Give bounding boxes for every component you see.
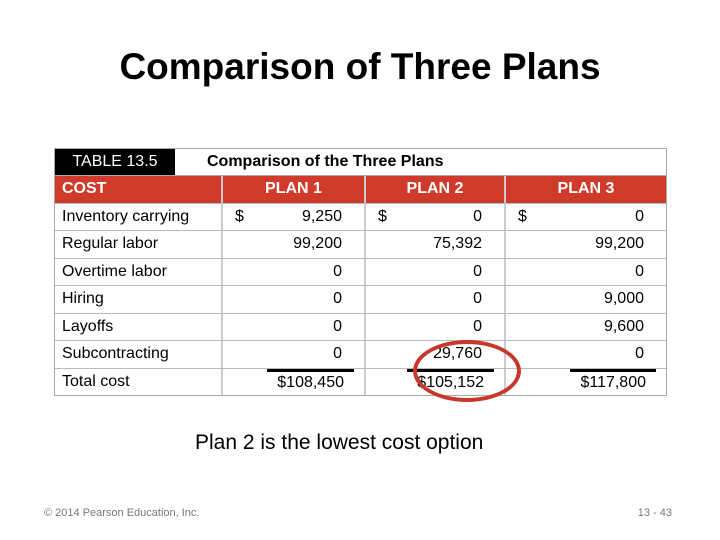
- page-number: 13 - 43: [637, 507, 672, 519]
- currency-symbol: $: [378, 207, 387, 225]
- value: $117,800: [570, 368, 656, 394]
- header-plan-1: PLAN 1: [223, 176, 366, 203]
- row-label: Regular labor: [55, 231, 223, 258]
- plan-1-value: 0: [223, 313, 366, 340]
- plan-2-value: 75,392: [366, 231, 506, 258]
- plan-1-total: $108,450: [223, 368, 366, 395]
- value: 9,250: [301, 207, 342, 225]
- total-row: Total cost $108,450 $105,152 $117,800: [55, 368, 666, 396]
- table-row: Subcontracting 0 29,760 0: [55, 341, 666, 369]
- plan-2-value: 0: [366, 313, 506, 340]
- row-label: Layoffs: [55, 313, 223, 340]
- header-plan-2: PLAN 2: [366, 176, 506, 203]
- plan-2-value: 0: [366, 286, 506, 313]
- plan-2-value: $0: [366, 203, 506, 230]
- plan-2-value: 0: [366, 258, 506, 285]
- table-row: Regular labor 99,200 75,392 99,200: [55, 231, 666, 259]
- plan-1-value: 0: [223, 341, 366, 368]
- plan-1-value: 0: [223, 258, 366, 285]
- plan-3-value: 0: [635, 345, 644, 362]
- header-plan-3: PLAN 3: [557, 180, 615, 197]
- table-row: Layoffs 0 0 9,600: [55, 313, 666, 341]
- copyright: © 2014 Pearson Education, Inc.: [44, 507, 200, 519]
- table-row: Hiring 0 0 9,000: [55, 286, 666, 314]
- plan-3-value: 9,000: [603, 290, 644, 307]
- plan-1-value: $9,250: [223, 203, 366, 230]
- plan-3-value: 9,600: [603, 317, 644, 335]
- plan-1-value: 99,200: [223, 231, 366, 258]
- table-caption-text: Comparison of the Three Plans: [207, 153, 444, 170]
- value: $108,450: [267, 368, 354, 394]
- highlight-circle: [413, 340, 521, 402]
- plan-3-total: $117,800: [506, 368, 666, 396]
- row-label: Total cost: [55, 368, 223, 395]
- row-label: Inventory carrying: [55, 203, 223, 230]
- plan-3-value: $0: [506, 204, 666, 231]
- slide-title: Comparison of Three Plans: [119, 46, 601, 87]
- conclusion-note: Plan 2 is the lowest cost option: [195, 431, 484, 454]
- plan-1-value: 0: [223, 286, 366, 313]
- table-caption: TABLE 13.5 Comparison of the Three Plans: [55, 149, 666, 176]
- plan-3-value: 99,200: [595, 235, 644, 252]
- currency-symbol: $: [235, 207, 244, 225]
- header-cost: COST: [55, 176, 223, 203]
- row-label: Overtime labor: [55, 258, 223, 285]
- value: 0: [473, 207, 482, 225]
- table-number: TABLE 13.5: [55, 149, 175, 175]
- row-label: Subcontracting: [55, 341, 223, 368]
- comparison-table: TABLE 13.5 Comparison of the Three Plans…: [54, 148, 667, 396]
- table-row: Overtime labor 0 0 0: [55, 258, 666, 286]
- row-label: Hiring: [55, 286, 223, 313]
- plan-3-value: 0: [635, 262, 644, 280]
- currency-symbol: $: [518, 207, 527, 225]
- table-row: Inventory carrying $9,250 $0 $0: [55, 203, 666, 231]
- table-header: COST PLAN 1 PLAN 2 PLAN 3: [55, 176, 666, 204]
- value: 0: [635, 207, 644, 225]
